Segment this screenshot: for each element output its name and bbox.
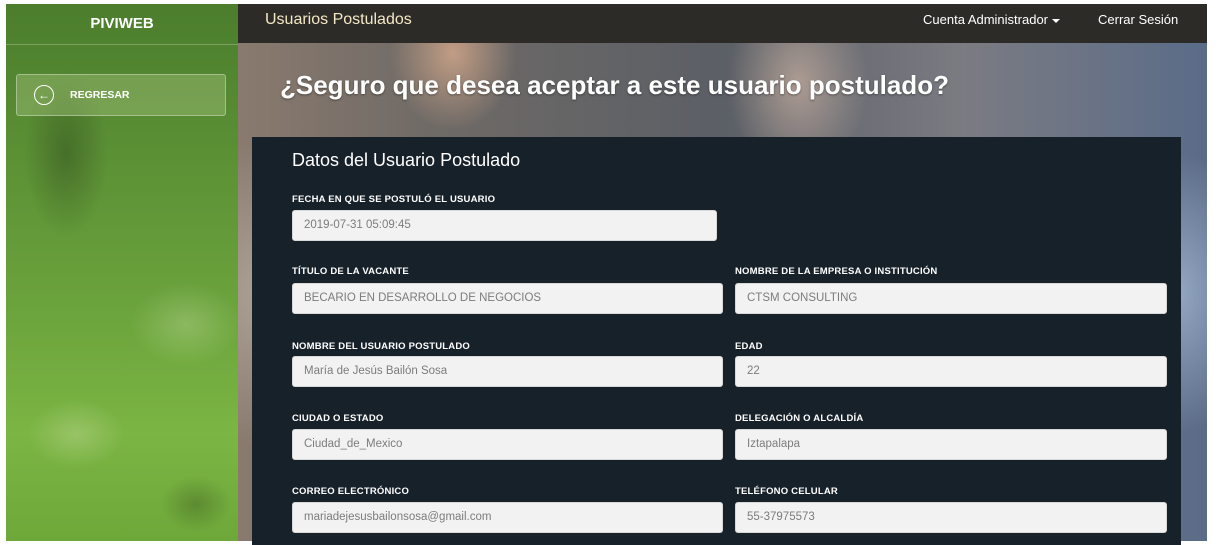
ciudad-field[interactable]: Ciudad_de_Mexico	[292, 429, 723, 460]
nombre-field[interactable]: María de Jesús Bailón Sosa	[292, 356, 723, 387]
delegacion-label: DELEGACIÓN O ALCALDÍA	[735, 413, 864, 424]
edad-field[interactable]: 22	[735, 356, 1167, 387]
back-button[interactable]: ← REGRESAR	[16, 74, 226, 116]
fecha-field[interactable]: 2019-07-31 05:09:45	[292, 210, 717, 241]
logout-link[interactable]: Cerrar Sesión	[1098, 12, 1178, 27]
correo-label: CORREO ELECTRÓNICO	[292, 486, 410, 497]
empresa-label: NOMBRE DE LA EMPRESA O INSTITUCIÓN	[735, 266, 938, 277]
correo-field[interactable]: mariadejesusbailonsosa@gmail.com	[292, 502, 723, 533]
card-title: Datos del Usuario Postulado	[292, 150, 521, 170]
telefono-label: TELÉFONO CELULAR	[735, 486, 838, 497]
telefono-field[interactable]: 55-37975573	[735, 502, 1167, 533]
caret-down-icon	[1052, 18, 1061, 23]
page-title: Usuarios Postulados	[265, 11, 412, 28]
arrow-left-circle-icon: ←	[34, 85, 54, 105]
nombre-label: NOMBRE DEL USUARIO POSTULADO	[292, 341, 471, 352]
fecha-label: FECHA EN QUE SE POSTULÓ EL USUARIO	[292, 194, 496, 205]
edad-label: EDAD	[735, 341, 763, 352]
ciudad-label: CIUDAD O ESTADO	[292, 413, 384, 424]
titulo-vacante-label: TÍTULO DE LA VACANTE	[292, 266, 409, 277]
applicant-data-card: Datos del Usuario Postulado FECHA EN QUE…	[252, 137, 1181, 545]
account-dropdown-label: Cuenta Administrador	[923, 12, 1049, 27]
delegacion-field[interactable]: Iztapalapa	[735, 429, 1167, 460]
brand-logo[interactable]: PIVIWEB	[6, 4, 238, 45]
sidebar: PIVIWEB ← REGRESAR	[6, 4, 238, 541]
top-navbar: Usuarios Postulados Cuenta Administrador…	[238, 4, 1207, 43]
empresa-field[interactable]: CTSM CONSULTING	[735, 283, 1167, 314]
titulo-vacante-field[interactable]: BECARIO EN DESARROLLO DE NEGOCIOS	[292, 283, 723, 314]
back-button-label: REGRESAR	[70, 89, 130, 101]
confirmation-heading: ¿Seguro que desea aceptar a este usuario…	[280, 70, 949, 100]
account-dropdown[interactable]: Cuenta Administrador	[923, 12, 1061, 27]
